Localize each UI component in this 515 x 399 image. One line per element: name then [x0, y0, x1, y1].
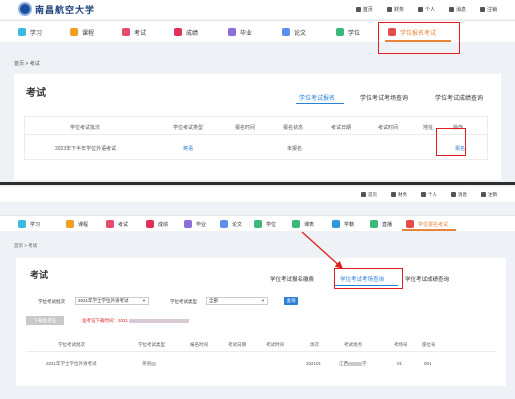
annotation-arrow: [301, 231, 343, 269]
